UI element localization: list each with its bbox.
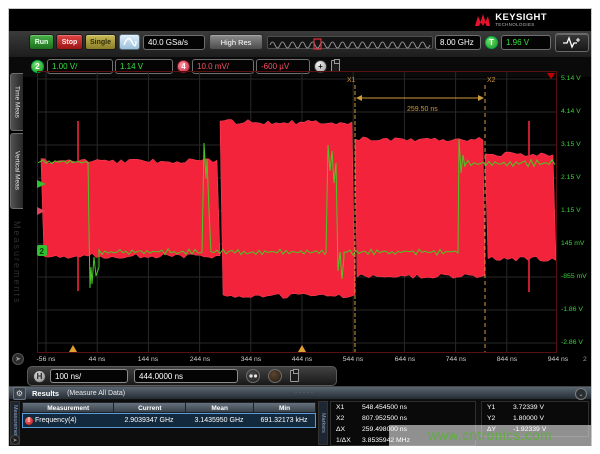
measurement-min: 691.32173 kHz xyxy=(253,417,315,424)
marker-label: Y2 xyxy=(482,415,513,422)
horizontal-toolbar: H 100 ns/ 444.0000 ns xyxy=(27,366,337,386)
marker-value: 807.952500 ns xyxy=(362,415,407,422)
bandwidth-display[interactable]: 8.00 GHz xyxy=(435,35,481,50)
x-axis-label: 944 ns xyxy=(538,356,578,365)
marker-label: Y1 xyxy=(482,404,513,411)
col-measurement: Measurement xyxy=(22,402,114,413)
marker-value: 3.72339 V xyxy=(513,404,544,411)
col-min: Min xyxy=(254,402,316,413)
keysight-logo-text: KEYSIGHT TECHNOLOGIES xyxy=(495,13,547,27)
drag-handle-dots[interactable]: ····· xyxy=(295,390,315,396)
x-axis-label: 444 ns xyxy=(282,356,322,365)
timebase-display[interactable]: 100 ns/ xyxy=(50,369,128,383)
results-subtitle: (Measure All Data) xyxy=(67,390,125,397)
svg-text:259.50 ns: 259.50 ns xyxy=(407,106,438,113)
collapse-results-button[interactable]: ⌄ xyxy=(575,388,587,400)
svg-text:X2: X2 xyxy=(487,77,496,84)
keysight-logo: KEYSIGHT TECHNOLOGIES xyxy=(474,13,547,27)
marker-label: ΔX xyxy=(331,426,362,433)
y-axis-label: -855 mV xyxy=(561,273,600,282)
y-axis-label: -2.86 V xyxy=(561,339,600,348)
y-axis-label: 4.14 V xyxy=(561,108,600,117)
zoom-knob-icon[interactable] xyxy=(246,369,260,383)
col-current: Current xyxy=(114,402,186,413)
sidebar-ghost-label: Measurements xyxy=(12,221,22,351)
results-header[interactable]: ⚙ Results (Measure All Data) ····· ⌄ xyxy=(9,387,591,400)
sidebar-tab-vertical-meas[interactable]: Vertical Meas xyxy=(10,133,23,209)
marker-value: 548.454500 ns xyxy=(362,404,407,411)
marker-label: X1 xyxy=(331,404,362,411)
y-axis-label: 3.15 V xyxy=(561,141,600,150)
wave-curve-icon xyxy=(123,37,137,47)
measurement-table-header: Measurement Current Mean Min xyxy=(22,402,316,413)
panel-corner-button[interactable]: ➤ xyxy=(10,435,20,445)
y-axis-label: 5.14 V xyxy=(561,75,600,84)
measurement-name: Frequency(4) xyxy=(35,417,113,424)
measurement-table: Measurement Current Mean Min ! Frequency… xyxy=(22,402,316,428)
x-axis-label: 44 ns xyxy=(77,356,117,365)
oscilloscope-app: KEYSIGHT TECHNOLOGIES Run Stop Single 40… xyxy=(8,8,592,446)
trigger-level-display[interactable]: 1.96 V xyxy=(501,35,551,50)
y-axis-label: -1.86 V xyxy=(561,306,600,315)
measurement-mean: 3.1435950 GHz xyxy=(185,417,253,424)
preview-waveform-icon xyxy=(268,38,432,50)
horizontal-badge[interactable]: H xyxy=(33,370,46,383)
x-axis-label: 344 ns xyxy=(231,356,271,365)
table-row[interactable]: ! Frequency(4) 2.9039347 GHz 3.1435950 G… xyxy=(22,413,316,428)
marker-label: X2 xyxy=(331,415,362,422)
x-axis-label: 544 ns xyxy=(333,356,373,365)
y-axis-label: 1.15 V xyxy=(561,207,600,216)
marker-label: 1/ΔX xyxy=(331,437,362,444)
single-button[interactable]: Single xyxy=(85,34,116,50)
keysight-logo-icon xyxy=(474,13,491,27)
h-clipboard-icon[interactable] xyxy=(290,370,299,382)
y-axis-label: 2.15 V xyxy=(561,174,600,183)
x-axis-extra: 2 xyxy=(583,356,587,363)
sidebar-tab-time-meas[interactable]: Time Meas xyxy=(10,73,23,131)
markers-tab[interactable]: Markers xyxy=(318,401,328,445)
x-axis-label: 144 ns xyxy=(128,356,168,365)
measurement-current: 2.9039347 GHz xyxy=(113,417,185,424)
x-axis-label: -56 ns xyxy=(26,356,66,365)
col-mean: Mean xyxy=(186,402,254,413)
acquisition-mode-button[interactable]: High Res xyxy=(209,34,263,50)
x-axis-label: 244 ns xyxy=(180,356,220,365)
marker-value: 1.80000 V xyxy=(513,415,544,422)
x-axis-label: 844 ns xyxy=(487,356,527,365)
results-title: Results xyxy=(32,389,59,398)
screenshot-root: KEYSIGHT TECHNOLOGIES Run Stop Single 40… xyxy=(0,0,600,454)
site-watermark: www.cntronics.com xyxy=(389,425,591,446)
sample-rate-display[interactable]: 40.0 GSa/s xyxy=(143,35,205,50)
gear-icon[interactable]: ⚙ xyxy=(13,387,26,400)
x-axis-label: 644 ns xyxy=(385,356,425,365)
svg-text:2: 2 xyxy=(40,247,45,256)
add-waveform-button[interactable] xyxy=(555,33,589,52)
svg-text:X1: X1 xyxy=(347,77,356,84)
alert-icon: ! xyxy=(25,417,33,425)
waveform-snapshot-button[interactable] xyxy=(119,34,140,50)
y-axis-label: 145 mV xyxy=(561,240,600,249)
trigger-badge[interactable]: T xyxy=(485,36,498,49)
sidebar-expand-button[interactable]: ➤ xyxy=(12,353,24,365)
acquisition-preview-bar[interactable] xyxy=(267,36,433,49)
stop-button[interactable]: Stop xyxy=(56,34,83,50)
intensity-knob-icon[interactable] xyxy=(268,369,282,383)
waveform-plot[interactable]: X1 X2 259.50 ns 2 xyxy=(37,71,557,353)
run-button[interactable]: Run xyxy=(29,34,54,50)
horizontal-position-display[interactable]: 444.0000 ns xyxy=(134,369,238,383)
brand-name: KEYSIGHT xyxy=(495,13,547,22)
add-waveform-icon xyxy=(562,36,582,49)
knob-dots-icon xyxy=(248,372,258,380)
x-axis-label: 744 ns xyxy=(436,356,476,365)
